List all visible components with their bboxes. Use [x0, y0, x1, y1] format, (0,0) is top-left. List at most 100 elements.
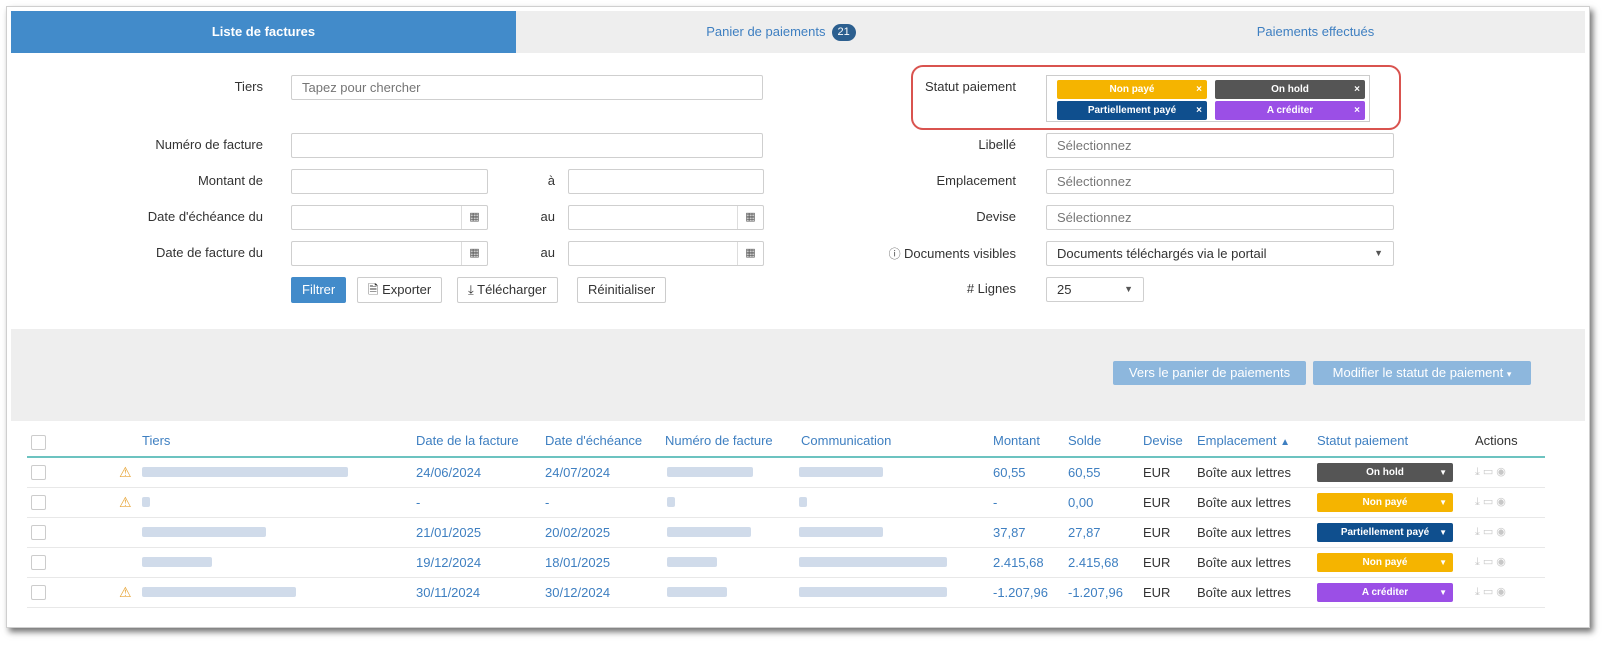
numero-facture-input[interactable] [291, 133, 763, 158]
exporter-button[interactable]: 🗎 Exporter [357, 277, 443, 303]
date-facture-to-input[interactable]: ▦ [568, 241, 764, 266]
calendar-icon[interactable]: ▦ [461, 242, 487, 265]
payment-card-icon[interactable]: ▭ [1483, 556, 1496, 568]
row-actions[interactable]: ⤓▭◉ [1475, 585, 1509, 599]
montant-cell[interactable]: -1.207,96 [993, 585, 1048, 600]
col-header-communication[interactable]: Communication [801, 433, 891, 448]
montant-cell[interactable]: - [993, 495, 997, 510]
tiers-search-input[interactable] [291, 75, 763, 100]
calendar-icon[interactable]: ▦ [461, 206, 487, 229]
info-icon[interactable]: ⓘ [889, 247, 904, 261]
tab-liste-factures[interactable]: Liste de factures [11, 11, 516, 53]
col-header-emplacement[interactable]: Emplacement ▲ [1197, 433, 1290, 448]
col-header-tiers[interactable]: Tiers [142, 433, 170, 448]
row-actions[interactable]: ⤓▭◉ [1475, 555, 1509, 569]
date-facture-cell[interactable]: 30/11/2024 [416, 585, 480, 600]
date-facture-cell[interactable]: - [416, 495, 420, 510]
vers-panier-button[interactable]: Vers le panier de paiements [1113, 361, 1306, 385]
date-echeance-cell[interactable]: - [545, 495, 549, 510]
select-all-checkbox[interactable] [31, 435, 46, 450]
chip-non-paye[interactable]: Non payé × [1057, 80, 1207, 99]
reinitialiser-button[interactable]: Réinitialiser [577, 277, 667, 303]
montant-to-input[interactable] [568, 169, 764, 194]
table-row[interactable]: ⚠ - - - 0,00 EUR Boîte aux lettres Non p… [27, 488, 1545, 518]
remove-chip-icon[interactable]: × [1354, 101, 1360, 120]
date-echeance-cell[interactable]: 30/12/2024 [545, 585, 610, 600]
statut-dropdown[interactable]: On hold ▼ [1317, 463, 1453, 482]
date-facture-from-input[interactable]: ▦ [291, 241, 488, 266]
row-checkbox[interactable] [31, 525, 46, 540]
date-facture-cell[interactable]: 24/06/2024 [416, 465, 481, 480]
download-icon[interactable]: ⤓ [1475, 496, 1483, 508]
date-facture-cell[interactable]: 19/12/2024 [416, 555, 481, 570]
row-actions[interactable]: ⤓▭◉ [1475, 495, 1509, 509]
row-checkbox[interactable] [31, 465, 46, 480]
montant-cell[interactable]: 60,55 [993, 465, 1026, 480]
col-header-devise[interactable]: Devise [1143, 433, 1183, 448]
modifier-statut-button[interactable]: Modifier le statut de paiement ▾ [1313, 361, 1531, 385]
montant-cell[interactable]: 2.415,68 [993, 555, 1044, 570]
solde-cell[interactable]: 60,55 [1068, 465, 1101, 480]
eye-icon[interactable]: ◉ [1496, 556, 1509, 568]
tab-panier-paiements[interactable]: Panier de paiements 21 [516, 11, 1046, 53]
solde-cell[interactable]: 2.415,68 [1068, 555, 1119, 570]
statut-dropdown[interactable]: Non payé ▼ [1317, 553, 1453, 572]
remove-chip-icon[interactable]: × [1354, 80, 1360, 99]
date-echeance-cell[interactable]: 18/01/2025 [545, 555, 610, 570]
chip-on-hold[interactable]: On hold × [1215, 80, 1365, 99]
eye-icon[interactable]: ◉ [1496, 586, 1509, 598]
col-header-date-facture[interactable]: Date de la facture [416, 433, 519, 448]
montant-cell[interactable]: 37,87 [993, 525, 1026, 540]
remove-chip-icon[interactable]: × [1196, 101, 1202, 120]
row-checkbox[interactable] [31, 585, 46, 600]
row-checkbox[interactable] [31, 555, 46, 570]
chip-a-crediter[interactable]: A créditer × [1215, 101, 1365, 120]
lignes-select[interactable]: 25 ▼ [1046, 277, 1144, 302]
download-icon[interactable]: ⤓ [1475, 466, 1483, 478]
emplacement-select[interactable]: Sélectionnez [1046, 169, 1394, 194]
payment-card-icon[interactable]: ▭ [1483, 496, 1496, 508]
statut-dropdown[interactable]: Partiellement payé ▼ [1317, 523, 1453, 542]
telecharger-button[interactable]: ⤓ Télécharger [457, 277, 558, 303]
col-header-solde[interactable]: Solde [1068, 433, 1101, 448]
row-checkbox[interactable] [31, 495, 46, 510]
montant-from-input[interactable] [291, 169, 488, 194]
download-icon[interactable]: ⤓ [1475, 556, 1483, 568]
download-icon[interactable]: ⤓ [1475, 586, 1483, 598]
table-row[interactable]: ⚠ 24/06/2024 24/07/2024 60,55 60,55 EUR … [27, 458, 1545, 488]
statut-paiement-select[interactable]: Non payé × On hold × Partiellement payé × A… [1046, 75, 1370, 122]
remove-chip-icon[interactable]: × [1196, 80, 1202, 99]
statut-dropdown[interactable]: A créditer ▼ [1317, 583, 1453, 602]
documents-visibles-select[interactable]: Documents téléchargés via le portail ▼ [1046, 241, 1394, 266]
date-echeance-cell[interactable]: 20/02/2025 [545, 525, 610, 540]
col-header-date-echeance[interactable]: Date d'échéance [545, 433, 642, 448]
row-actions[interactable]: ⤓▭◉ [1475, 525, 1509, 539]
statut-dropdown[interactable]: Non payé ▼ [1317, 493, 1453, 512]
download-icon[interactable]: ⤓ [1475, 526, 1483, 538]
col-header-numero[interactable]: Numéro de facture [665, 433, 773, 448]
echeance-from-input[interactable]: ▦ [291, 205, 488, 230]
col-header-statut[interactable]: Statut paiement [1317, 433, 1408, 448]
tab-paiements-effectues[interactable]: Paiements effectués [1046, 11, 1585, 53]
solde-cell[interactable]: 27,87 [1068, 525, 1101, 540]
row-actions[interactable]: ⤓▭◉ [1475, 465, 1509, 479]
table-row[interactable]: 21/01/2025 20/02/2025 37,87 27,87 EUR Bo… [27, 518, 1545, 548]
filtrer-button[interactable]: Filtrer [291, 277, 347, 303]
devise-select[interactable]: Sélectionnez [1046, 205, 1394, 230]
payment-card-icon[interactable]: ▭ [1483, 586, 1496, 598]
echeance-to-input[interactable]: ▦ [568, 205, 764, 230]
libelle-select[interactable]: Sélectionnez [1046, 133, 1394, 158]
eye-icon[interactable]: ◉ [1496, 496, 1509, 508]
calendar-icon[interactable]: ▦ [737, 206, 763, 229]
date-echeance-cell[interactable]: 24/07/2024 [545, 465, 610, 480]
chip-partiellement-paye[interactable]: Partiellement payé × [1057, 101, 1207, 120]
table-row[interactable]: 19/12/2024 18/01/2025 2.415,68 2.415,68 … [27, 548, 1545, 578]
eye-icon[interactable]: ◉ [1496, 466, 1509, 478]
table-row[interactable]: ⚠ 30/11/2024 30/12/2024 -1.207,96 -1.207… [27, 578, 1545, 608]
solde-cell[interactable]: 0,00 [1068, 495, 1093, 510]
date-facture-cell[interactable]: 21/01/2025 [416, 525, 481, 540]
payment-card-icon[interactable]: ▭ [1483, 526, 1496, 538]
payment-card-icon[interactable]: ▭ [1483, 466, 1496, 478]
col-header-montant[interactable]: Montant [993, 433, 1040, 448]
eye-icon[interactable]: ◉ [1496, 526, 1509, 538]
